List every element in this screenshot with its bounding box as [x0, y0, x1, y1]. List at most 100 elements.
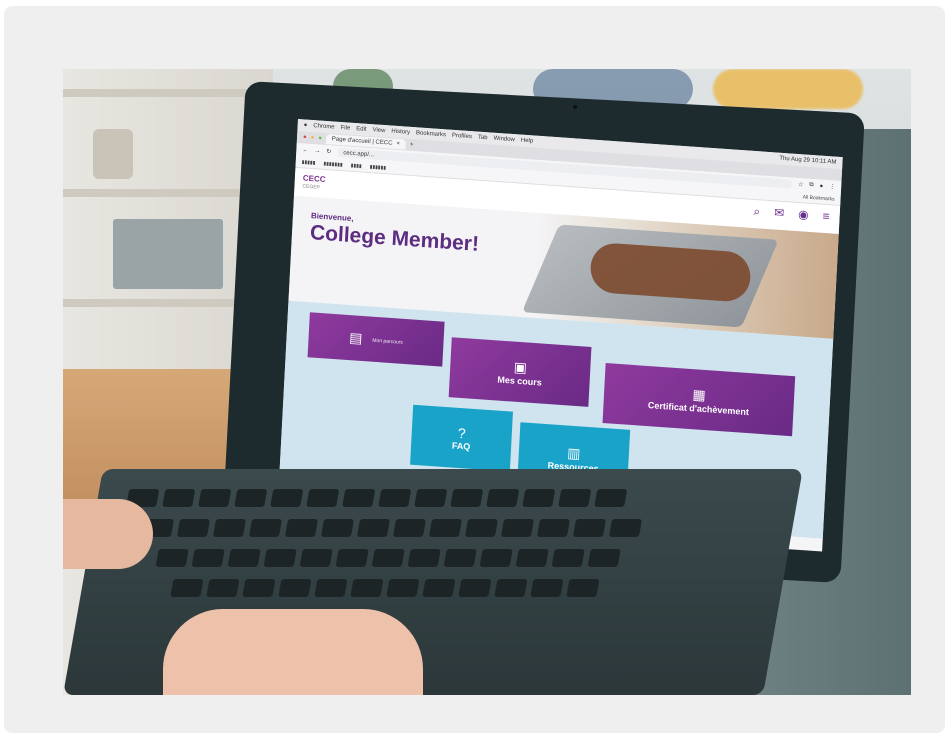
menu-item[interactable]: Tab — [478, 135, 488, 142]
bookmark-item[interactable]: ▮▮▮▮ — [351, 162, 362, 169]
photo: ● Chrome File Edit View History Bookmark… — [63, 69, 911, 695]
minimize-window-icon[interactable]: ● — [310, 135, 314, 141]
profile-icon[interactable]: ● — [819, 183, 823, 189]
key — [162, 489, 196, 507]
key — [392, 519, 427, 537]
key — [515, 549, 549, 567]
key — [191, 549, 225, 567]
book-icon: ▤ — [348, 329, 363, 346]
forward-icon[interactable]: → — [314, 148, 320, 154]
key — [371, 549, 405, 567]
close-window-icon[interactable]: ● — [303, 134, 307, 140]
key — [234, 489, 268, 507]
tile-desc: Mon parcours — [372, 337, 404, 346]
logo-line2: CEGEP — [302, 183, 321, 191]
search-icon[interactable]: ⌕ — [753, 204, 760, 219]
key — [176, 519, 211, 537]
apple-icon[interactable]: ● — [304, 122, 308, 128]
key — [206, 579, 240, 597]
webcam — [573, 105, 577, 109]
image-card: ● Chrome File Edit View History Bookmark… — [4, 6, 945, 733]
clock: Thu Aug 29 10:11 AM — [779, 155, 837, 166]
key — [594, 489, 628, 507]
key — [450, 489, 484, 507]
menu-item[interactable]: Edit — [356, 126, 367, 133]
key — [464, 519, 499, 537]
key — [414, 489, 448, 507]
certificate-icon: ▦ — [692, 385, 707, 403]
tile-certificat[interactable]: ▦ Certificat d'achèvement — [602, 363, 796, 437]
zoom-window-icon[interactable]: ● — [318, 135, 322, 141]
key — [522, 489, 556, 507]
star-icon[interactable]: ☆ — [798, 181, 804, 188]
key — [458, 579, 492, 597]
menu-item[interactable]: Bookmarks — [416, 130, 446, 138]
tab-close-icon[interactable]: × — [396, 141, 400, 147]
menu-item[interactable]: File — [340, 125, 350, 132]
right-hand — [163, 609, 423, 695]
key — [572, 519, 607, 537]
key — [284, 519, 319, 537]
key — [407, 549, 441, 567]
key — [443, 549, 477, 567]
key — [356, 519, 391, 537]
back-icon[interactable]: ← — [302, 147, 308, 153]
storage-box — [113, 219, 223, 289]
key — [342, 489, 376, 507]
key — [270, 489, 304, 507]
shelf-board — [63, 189, 263, 197]
tile-mon-parcours[interactable]: ▤ Mon parcours — [307, 312, 445, 367]
key — [500, 519, 535, 537]
key — [350, 579, 384, 597]
key — [428, 519, 463, 537]
reload-icon[interactable]: ↻ — [326, 148, 331, 155]
new-tab-icon[interactable]: + — [410, 142, 414, 148]
key — [587, 549, 621, 567]
bookmark-item[interactable]: ▮▮▮▮▮▮▮ — [323, 160, 343, 167]
key — [566, 579, 600, 597]
key-row — [170, 579, 600, 597]
key — [486, 489, 520, 507]
key — [386, 579, 420, 597]
question-icon: ? — [457, 424, 467, 442]
site-logo[interactable]: CECC CEGEP — [302, 173, 325, 192]
bookmark-item[interactable]: ▮▮▮▮▮▮ — [369, 164, 386, 171]
key — [422, 579, 456, 597]
key — [306, 489, 340, 507]
url-text: cecc.app/... — [343, 149, 375, 158]
mail-icon[interactable]: ✉ — [774, 205, 785, 221]
menu-icon[interactable]: ≡ — [822, 209, 830, 224]
menu-item[interactable]: View — [372, 127, 385, 134]
key-row — [140, 519, 643, 537]
all-bookmarks-link[interactable]: All Bookmarks — [803, 194, 835, 202]
shelf-board — [63, 89, 263, 97]
key — [299, 549, 333, 567]
key — [378, 489, 412, 507]
tile-mes-cours[interactable]: ▣ Mes cours — [448, 337, 592, 407]
menu-item[interactable]: Help — [521, 138, 534, 145]
extensions-icon[interactable]: ⧉ — [809, 182, 814, 189]
course-icon: ▣ — [513, 358, 528, 376]
key — [551, 549, 585, 567]
key — [494, 579, 528, 597]
menu-item[interactable]: Chrome — [313, 123, 335, 130]
key — [320, 519, 355, 537]
tile-faq[interactable]: ? FAQ — [410, 404, 513, 472]
tile-title: Mes cours — [497, 374, 543, 388]
bookmark-item[interactable]: ▮▮▮▮▮ — [302, 159, 316, 166]
tab-title: Page d'accueil | CECC — [331, 136, 393, 147]
key — [335, 549, 369, 567]
key-row — [126, 489, 628, 507]
key-row — [155, 549, 621, 567]
key — [242, 579, 276, 597]
menu-item[interactable]: History — [391, 129, 410, 136]
key — [170, 579, 204, 597]
key — [227, 549, 261, 567]
key — [608, 519, 643, 537]
member-title: College Member! — [309, 221, 480, 256]
menu-item[interactable]: Profiles — [452, 133, 472, 140]
key — [248, 519, 283, 537]
menu-item[interactable]: Window — [493, 136, 515, 143]
account-icon[interactable]: ◉ — [798, 207, 809, 223]
kebab-menu-icon[interactable]: ⋮ — [829, 183, 835, 190]
